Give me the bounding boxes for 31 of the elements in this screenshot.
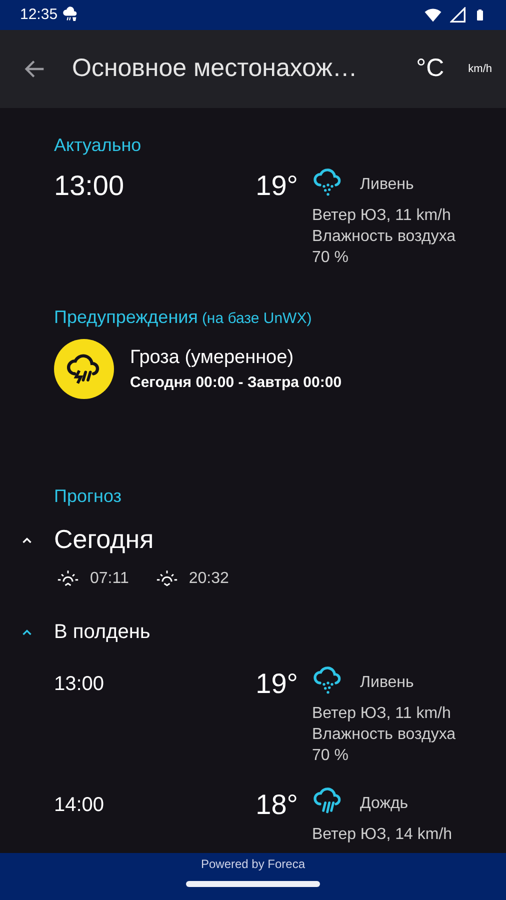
hour-time: 13:00	[54, 169, 126, 203]
wind-text: Ветер ЮЗ, 11 km/h	[312, 704, 452, 724]
status-time: 12:35	[20, 4, 58, 25]
temperature: 19°	[254, 169, 299, 203]
wifi-icon	[424, 6, 442, 24]
condition: Дождь	[360, 794, 408, 814]
signal-icon	[450, 7, 466, 23]
wind-text: Ветер ЮЗ, 11 km/h	[312, 206, 452, 226]
section-heading: Прогноз	[54, 485, 123, 508]
temperature: 19°	[254, 667, 299, 701]
section-heading: Актуально	[54, 134, 142, 157]
sunrise-time: 07:11	[90, 568, 129, 588]
humidity-text: Влажность воздуха 70 %	[312, 227, 457, 268]
condition: Ливень	[360, 672, 414, 692]
hour-time: 13:00	[54, 672, 106, 697]
speed-unit-button[interactable]: km/h	[468, 60, 492, 78]
condition: Ливень	[360, 174, 414, 194]
humidity-text: Влажность воздуха 70 %	[312, 725, 457, 766]
warning-period: Сегодня 00:00 - Завтра 00:00	[130, 373, 342, 393]
sunset-time: 20:32	[188, 568, 229, 588]
warning-source: (на базе UnWX)	[202, 309, 312, 329]
day-label[interactable]: Сегодня	[54, 520, 154, 559]
footer-text: Powered by Foreca	[200, 856, 306, 873]
wind-text: Ветер ЮЗ, 14 km/h	[312, 825, 454, 845]
temperature-unit-button[interactable]: °C	[416, 50, 444, 88]
section-heading: Предупреждения	[54, 306, 198, 329]
period-label[interactable]: В полдень	[54, 617, 150, 647]
warning-title: Гроза (умеренное)	[130, 346, 295, 370]
temperature: 18°	[254, 788, 299, 822]
toolbar-title: Основное местонахож…	[72, 53, 358, 84]
hour-time: 14:00	[54, 793, 106, 818]
